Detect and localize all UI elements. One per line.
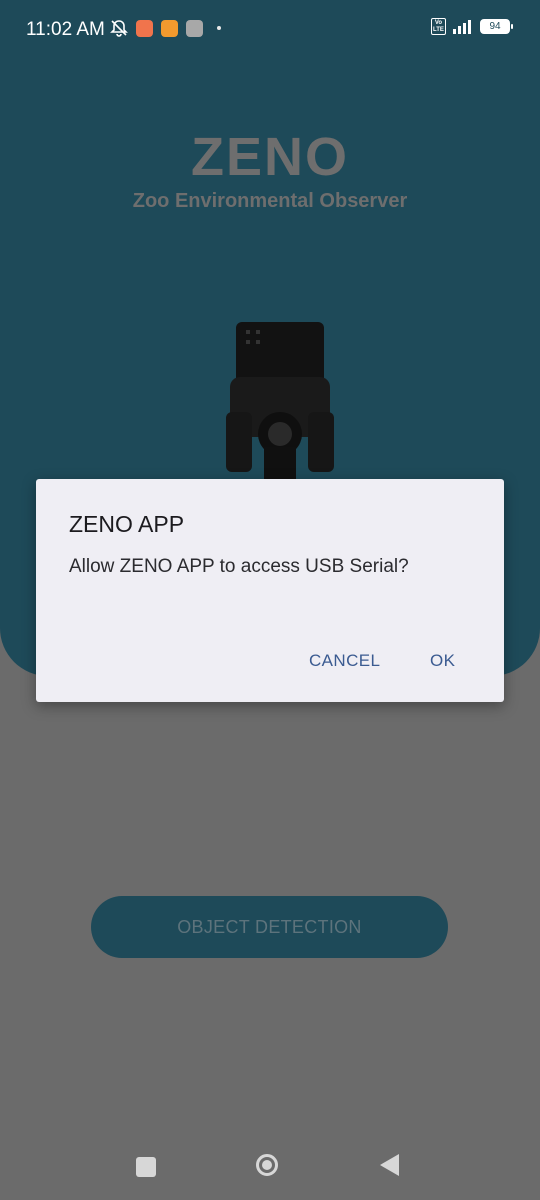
dialog-title: ZENO APP xyxy=(69,511,185,537)
status-notification-icons xyxy=(110,18,221,38)
bell-off-icon xyxy=(110,20,128,37)
logo-title: ZENO xyxy=(190,127,349,187)
home-icon[interactable] xyxy=(256,1154,278,1176)
recents-icon[interactable] xyxy=(136,1157,156,1177)
app-notification-icon xyxy=(186,19,203,37)
cancel-button[interactable]: CANCEL xyxy=(309,651,380,671)
status-system-icons: Vo LTE 94 xyxy=(431,18,513,35)
usb-permission-dialog: ZENO APP Allow ZENO APP to access USB Se… xyxy=(36,479,504,702)
battery-icon: 94 xyxy=(480,19,513,34)
logo-subtitle: Zoo Environmental Observer xyxy=(132,190,408,212)
dot-icon xyxy=(217,26,221,30)
device-image xyxy=(226,322,334,482)
back-icon[interactable] xyxy=(380,1154,399,1176)
status-time: 11:02 AM xyxy=(26,19,105,40)
status-bar: 11:02 AM Vo LTE 94 xyxy=(0,0,540,46)
volte-icon: Vo LTE xyxy=(431,18,446,35)
app-notification-icon xyxy=(161,19,178,37)
signal-icon xyxy=(453,19,471,34)
battery-level: 94 xyxy=(489,21,501,32)
object-detection-button[interactable]: OBJECT DETECTION xyxy=(91,896,448,958)
dialog-message: Allow ZENO APP to access USB Serial? xyxy=(69,556,409,577)
app-notification-icon xyxy=(136,19,153,37)
ok-button[interactable]: OK xyxy=(430,651,455,671)
navigation-bar xyxy=(0,1130,540,1200)
